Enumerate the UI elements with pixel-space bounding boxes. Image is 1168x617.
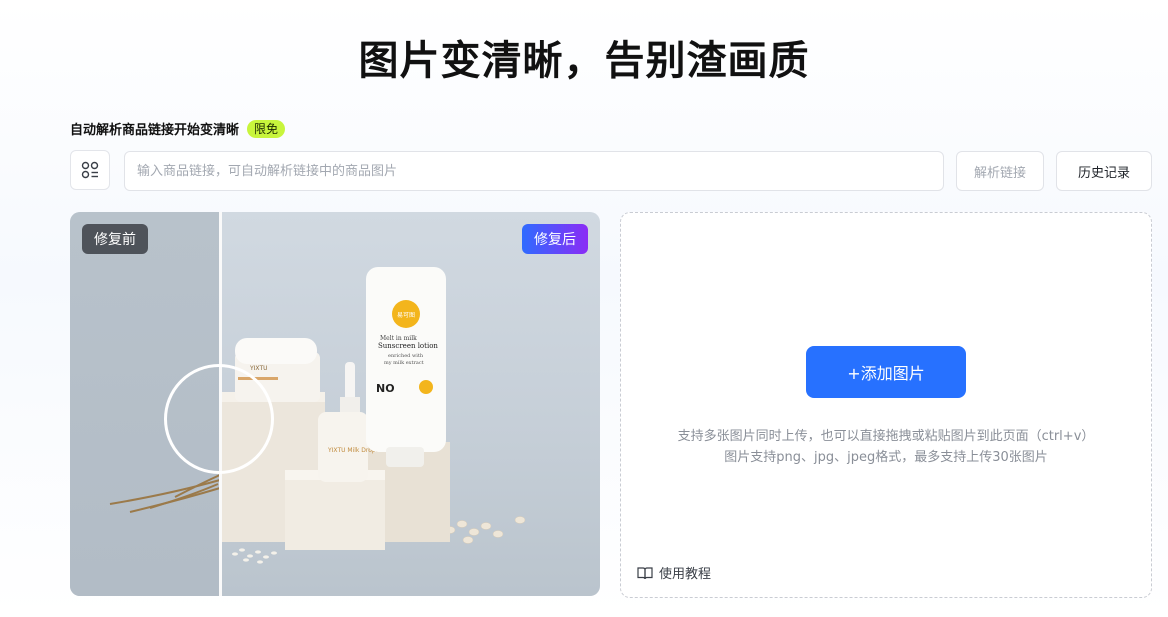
tube-line-1: Melt in milk — [380, 335, 417, 342]
add-image-button[interactable]: +添加图片 — [806, 346, 966, 398]
tutorial-label: 使用教程 — [659, 567, 712, 582]
jar-label: YIXTU — [249, 365, 268, 372]
history-button[interactable]: 历史记录 — [1056, 151, 1152, 191]
before-after-preview[interactable]: YIXTU YIXTU Milk Drops 易可图 Melt in milk … — [70, 212, 600, 596]
tube-line-3: enriched with — [388, 353, 424, 359]
magnifier-lens[interactable] — [164, 364, 274, 474]
tube-line-2: Sunscreen lotion — [378, 342, 438, 350]
upload-dropzone[interactable]: +添加图片 支持多张图片同时上传，也可以直接拖拽或粘贴图片到此页面（ctrl+v… — [620, 212, 1152, 598]
parse-header: 自动解析商品链接开始变清晰 限免 — [70, 119, 286, 138]
page-title: 图片变清晰，告别渣画质 — [358, 38, 810, 84]
tube-logo: 易可图 — [397, 312, 415, 319]
after-badge: 修复后 — [522, 224, 588, 254]
product-photo: YIXTU YIXTU Milk Drops 易可图 Melt in milk … — [109, 267, 526, 564]
tutorial-link[interactable]: 使用教程 — [637, 563, 711, 582]
upload-hint-2: 图片支持png、jpg、jpeg格式，最多支持上传30张图片 — [724, 450, 1048, 465]
before-badge: 修复前 — [82, 224, 148, 254]
grid-apps-icon — [81, 161, 99, 179]
grid-apps-button[interactable] — [70, 150, 110, 190]
tube-line-4: my milk extract — [384, 360, 424, 366]
svg-text:NO: NO — [376, 382, 395, 395]
product-link-input[interactable] — [124, 151, 944, 191]
free-badge: 限免 — [247, 119, 286, 138]
book-icon — [637, 566, 653, 579]
upload-hint-1: 支持多张图片同时上传，也可以直接拖拽或粘贴图片到此页面（ctrl+v） — [677, 429, 1095, 444]
parse-label: 自动解析商品链接开始变清晰 — [70, 123, 240, 138]
parse-link-button[interactable]: 解析链接 — [956, 151, 1044, 191]
